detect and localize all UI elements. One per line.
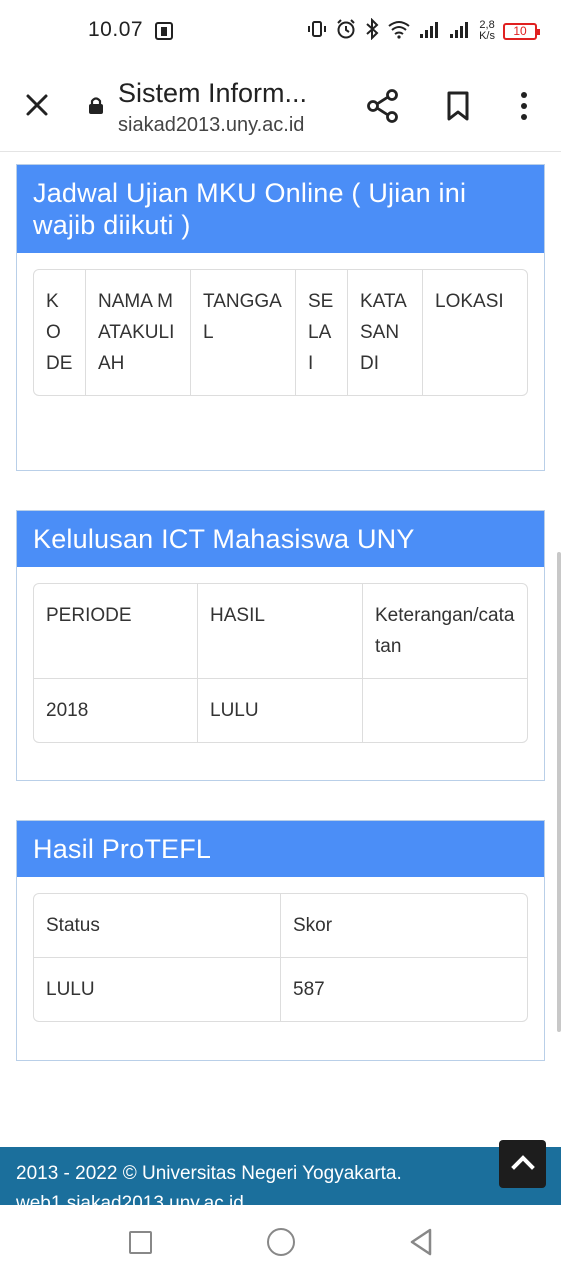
table-header-cell: KODE: [34, 270, 86, 395]
status-time: 10.07: [88, 18, 144, 41]
table-header-row: Status Skor: [34, 894, 527, 958]
status-bar: 10.07 2,8 K/s 10: [0, 0, 561, 62]
page-url[interactable]: siakad2013.uny.ac.id: [118, 114, 304, 137]
battery-icon: 10: [503, 22, 540, 40]
protefl-heading: Hasil ProTEFL: [17, 821, 544, 877]
wifi-icon: [387, 19, 411, 43]
more-menu-icon[interactable]: [518, 90, 530, 122]
share-icon[interactable]: [366, 88, 400, 124]
page-title[interactable]: Sistem Inform...: [118, 78, 307, 109]
network-speed: 2,8 K/s: [479, 20, 495, 42]
table-cell: 587: [293, 979, 325, 1000]
table-row: 2018 LULU: [34, 679, 527, 742]
status-icons: 2,8 K/s 10: [307, 16, 540, 46]
table-row: LULU 587: [34, 958, 527, 1021]
table-header-cell: Skor: [281, 894, 527, 958]
vibrate-icon: [307, 19, 327, 43]
browser-toolbar: Sistem Inform... siakad2013.uny.ac.id: [0, 62, 561, 152]
alarm-icon: [335, 18, 357, 44]
table-cell: [363, 679, 527, 742]
table-header-cell: LOKASI: [435, 291, 504, 312]
footer-copyright: 2013 - 2022 © Universitas Negeri Yogyaka…: [16, 1163, 402, 1184]
table-header-cell: HASIL: [198, 584, 363, 679]
ict-graduation-table: PERIODE HASIL Keterangan/catatan 2018 LU…: [33, 583, 528, 743]
back-icon[interactable]: [408, 1227, 434, 1257]
ict-graduation-panel: Kelulusan ICT Mahasiswa UNY PERIODE HASI…: [16, 510, 545, 781]
footer: 2013 - 2022 © Universitas Negeri Yogyaka…: [0, 1147, 561, 1205]
table-cell: LULU: [34, 958, 281, 1021]
network-speed-unit: K/s: [479, 30, 495, 42]
page-content[interactable]: Jadwal Ujian MKU Online ( Ujian ini waji…: [0, 152, 561, 1147]
table-cell: LULU: [198, 679, 363, 742]
bookmark-icon[interactable]: [446, 90, 470, 122]
table-header-cell: Status: [34, 894, 281, 958]
table-header-row: PERIODE HASIL Keterangan/catatan: [34, 584, 527, 679]
recents-icon[interactable]: [129, 1231, 152, 1254]
scrollbar[interactable]: [557, 552, 561, 1032]
mku-exam-heading: Jadwal Ujian MKU Online ( Ujian ini waji…: [17, 165, 544, 253]
table-header-cell: NAMA MATAKULIAH: [86, 270, 191, 395]
footer-host: web1.siakad2013.uny.ac.id: [16, 1193, 244, 1205]
table-header-cell: KATASANDI: [348, 270, 423, 395]
home-icon[interactable]: [267, 1228, 295, 1256]
protefl-body: Status Skor LULU 587: [17, 877, 544, 1038]
table-cell: 2018: [34, 679, 198, 742]
signal-icon: [419, 19, 441, 43]
bluetooth-icon: [365, 17, 379, 44]
ict-graduation-body: PERIODE HASIL Keterangan/catatan 2018 LU…: [17, 567, 544, 759]
protefl-table: Status Skor LULU 587: [33, 893, 528, 1022]
chevron-up-icon: [510, 1154, 535, 1175]
system-nav-bar: [0, 1205, 561, 1280]
battery-level: 10: [513, 24, 527, 38]
mku-exam-table: KODE NAMA MATAKULIAH TANGGAL SELAI KATAS…: [33, 269, 528, 396]
mku-exam-body: KODE NAMA MATAKULIAH TANGGAL SELAI KATAS…: [17, 253, 544, 412]
table-header-cell: SELAI: [296, 270, 348, 395]
table-header-row: KODE NAMA MATAKULIAH TANGGAL SELAI KATAS…: [34, 270, 527, 395]
scroll-to-top-button[interactable]: [499, 1140, 546, 1188]
protefl-panel: Hasil ProTEFL Status Skor LULU 587: [16, 820, 545, 1061]
mku-exam-panel: Jadwal Ujian MKU Online ( Ujian ini waji…: [16, 164, 545, 471]
table-header-cell: PERIODE: [34, 584, 198, 679]
table-header-cell: Keterangan/catatan: [363, 584, 527, 679]
lock-icon[interactable]: [88, 96, 104, 114]
close-icon[interactable]: [22, 90, 52, 120]
sim-icon: [155, 22, 173, 40]
ict-graduation-heading: Kelulusan ICT Mahasiswa UNY: [17, 511, 544, 567]
signal-icon: [449, 19, 471, 43]
table-header-cell: TANGGAL: [191, 270, 296, 395]
